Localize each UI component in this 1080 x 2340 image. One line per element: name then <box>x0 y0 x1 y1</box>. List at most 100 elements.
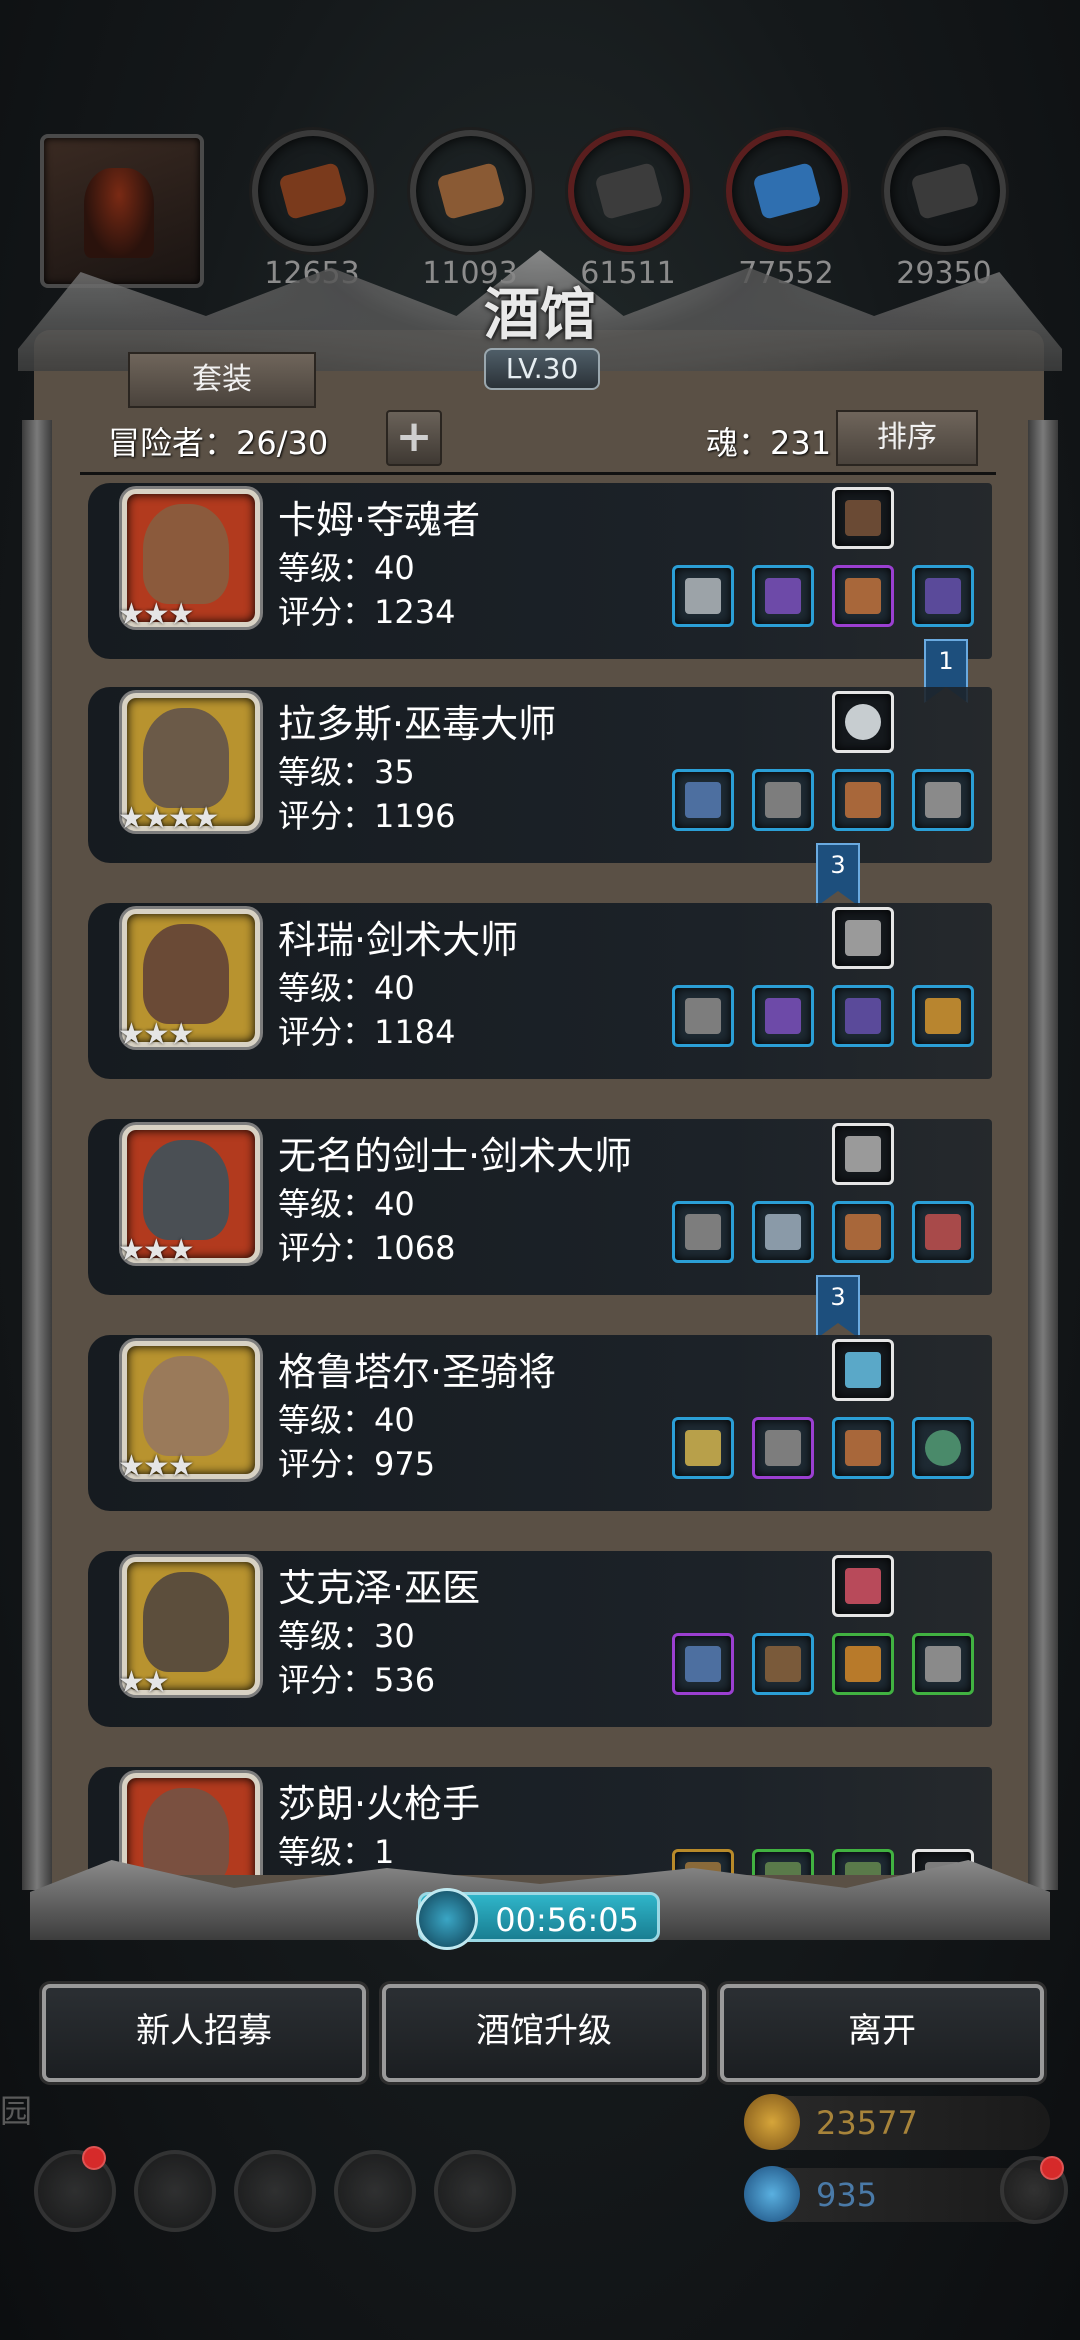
axe-icon[interactable] <box>672 565 734 627</box>
achievement-icon[interactable] <box>134 2150 216 2232</box>
clock-icon <box>416 1888 478 1950</box>
weapon-icon[interactable] <box>832 1849 894 1875</box>
gem-value: 935 <box>816 2176 878 2214</box>
hero-face <box>143 1140 229 1240</box>
recruit-button[interactable]: 新人招募 <box>42 1984 366 2082</box>
hero-card[interactable]: ★★★ 科瑞·剑术大师 等级：40 评分：1184 <box>88 903 992 1079</box>
wood-plank-icon[interactable] <box>832 1201 894 1263</box>
hero-level: 等级：40 <box>278 1401 415 1439</box>
star-rating: ★★★ <box>118 1017 195 1052</box>
hero-score: 评分：1234 <box>278 593 456 631</box>
notification-dot <box>1040 2156 1064 2180</box>
hero-name: 格鲁塔尔·圣骑将 <box>278 1350 557 1394</box>
team-bookmark: 3 <box>816 843 860 907</box>
hero-score: 评分：536 <box>278 1661 436 1699</box>
hero-name: 拉多斯·巫毒大师 <box>278 702 557 746</box>
helmet-icon[interactable] <box>912 565 974 627</box>
hero-name: 莎朗·火枪手 <box>278 1782 481 1826</box>
hero-score: 评分：1184 <box>278 1013 456 1051</box>
hero-list[interactable]: ★★★ 卡姆·夺魂者 等级：40 评分：1234 1 ★★★★ 拉多斯·巫毒大师… <box>80 472 996 1875</box>
gem-icon <box>744 2166 800 2222</box>
hero-card[interactable]: ★★★ 格鲁塔尔·圣骑将 等级：40 评分：975 <box>88 1335 992 1511</box>
gem-icon[interactable] <box>832 1339 894 1401</box>
iron-icon <box>568 130 690 252</box>
hero-card[interactable]: ★★ 艾克泽·巫医 等级：30 评分：536 <box>88 1551 992 1727</box>
wood-icon <box>410 130 532 252</box>
hero-face <box>143 1788 229 1875</box>
panel-frame-right <box>1028 420 1058 1890</box>
hero-name: 科瑞·剑术大师 <box>278 918 519 962</box>
notification-dot <box>82 2146 106 2170</box>
hero-card[interactable]: ★★★★ 拉多斯·巫毒大师 等级：35 评分：1196 <box>88 687 992 863</box>
helmet-icon[interactable] <box>832 985 894 1047</box>
hero-face <box>143 504 229 604</box>
bone-icon[interactable] <box>832 1555 894 1617</box>
ring-icon[interactable] <box>912 1417 974 1479</box>
staff-icon[interactable] <box>672 769 734 831</box>
resource-wood[interactable]: 11093 <box>410 130 532 291</box>
wood-plank-icon[interactable] <box>832 1417 894 1479</box>
hammer-icon[interactable] <box>672 1417 734 1479</box>
hero-face <box>143 1356 229 1456</box>
chest-armor-icon[interactable] <box>752 769 814 831</box>
emblem-icon[interactable] <box>832 907 894 969</box>
stone-icon[interactable] <box>832 691 894 753</box>
wood-plank-icon[interactable] <box>832 565 894 627</box>
resource-iron[interactable]: 61511 <box>568 130 690 291</box>
hero-level: 等级：1 <box>278 1833 395 1871</box>
upgrade-tavern-button[interactable]: 酒馆升级 <box>382 1984 706 2082</box>
stone-icon <box>884 130 1006 252</box>
emblem-icon[interactable] <box>832 1123 894 1185</box>
star-rating: ★★★ <box>118 1449 195 1484</box>
hero-level: 等级：40 <box>278 969 415 1007</box>
amulet-icon[interactable] <box>912 769 974 831</box>
sword-icon[interactable] <box>672 985 734 1047</box>
hero-face <box>143 708 229 808</box>
hero-score: 评分：1068 <box>278 1229 456 1267</box>
hero-card[interactable]: 莎朗·火枪手 等级：1 <box>88 1767 992 1875</box>
resource-stone[interactable]: 29350 <box>884 130 1006 291</box>
leave-button[interactable]: 离开 <box>720 1984 1044 2082</box>
hero-card[interactable]: ★★★ 卡姆·夺魂者 等级：40 评分：1234 <box>88 483 992 659</box>
shield-icon[interactable] <box>912 985 974 1047</box>
soul-count: 魂：231 <box>706 424 832 462</box>
amulet-icon[interactable] <box>912 1633 974 1695</box>
hero-score: 评分：1196 <box>278 797 456 835</box>
armor-icon[interactable] <box>752 565 814 627</box>
armor-icon[interactable] <box>752 1849 814 1875</box>
amulet-icon[interactable] <box>912 1201 974 1263</box>
meat-icon <box>252 130 374 252</box>
backpack-icon[interactable] <box>832 1633 894 1695</box>
garden-label: 园 <box>0 2092 33 2130</box>
hero-level: 等级：30 <box>278 1617 415 1655</box>
leather-armor-icon[interactable] <box>752 1633 814 1695</box>
set-button[interactable]: 套装 <box>128 352 316 408</box>
quest-icon[interactable] <box>434 2150 516 2232</box>
crossbow-icon[interactable] <box>832 487 894 549</box>
hero-card[interactable]: ★★★ 无名的剑士·剑术大师 等级：40 评分：1068 <box>88 1119 992 1295</box>
hero-name: 无名的剑士·剑术大师 <box>278 1134 633 1178</box>
mail-icon[interactable] <box>334 2150 416 2232</box>
resource-crystal[interactable]: 77552 <box>726 130 848 291</box>
sort-button[interactable]: 排序 <box>836 410 978 466</box>
hero-face <box>143 924 229 1024</box>
chest-armor-icon[interactable] <box>752 1417 814 1479</box>
sword-icon[interactable] <box>672 1201 734 1263</box>
player-portrait[interactable] <box>40 134 204 288</box>
add-slot-button[interactable]: + <box>386 410 442 466</box>
panel-title: 酒馆 <box>484 282 596 348</box>
hero-name: 艾克泽·巫医 <box>278 1566 481 1610</box>
team-bookmark: 3 <box>816 1275 860 1339</box>
armor-icon[interactable] <box>752 985 814 1047</box>
wood-plank-icon[interactable] <box>832 769 894 831</box>
guild-icon[interactable] <box>234 2150 316 2232</box>
hero-level: 等级：35 <box>278 753 415 791</box>
hero-portrait[interactable] <box>122 1773 260 1875</box>
panel-frame-left <box>22 420 52 1890</box>
gold-counter: 23577 <box>744 2094 1050 2150</box>
chest-armor-icon[interactable] <box>752 1201 814 1263</box>
staff-icon[interactable] <box>672 1633 734 1695</box>
resource-food[interactable]: 12653 <box>252 130 374 291</box>
star-rating: ★★★ <box>118 1233 195 1268</box>
hero-score: 评分：975 <box>278 1445 436 1483</box>
